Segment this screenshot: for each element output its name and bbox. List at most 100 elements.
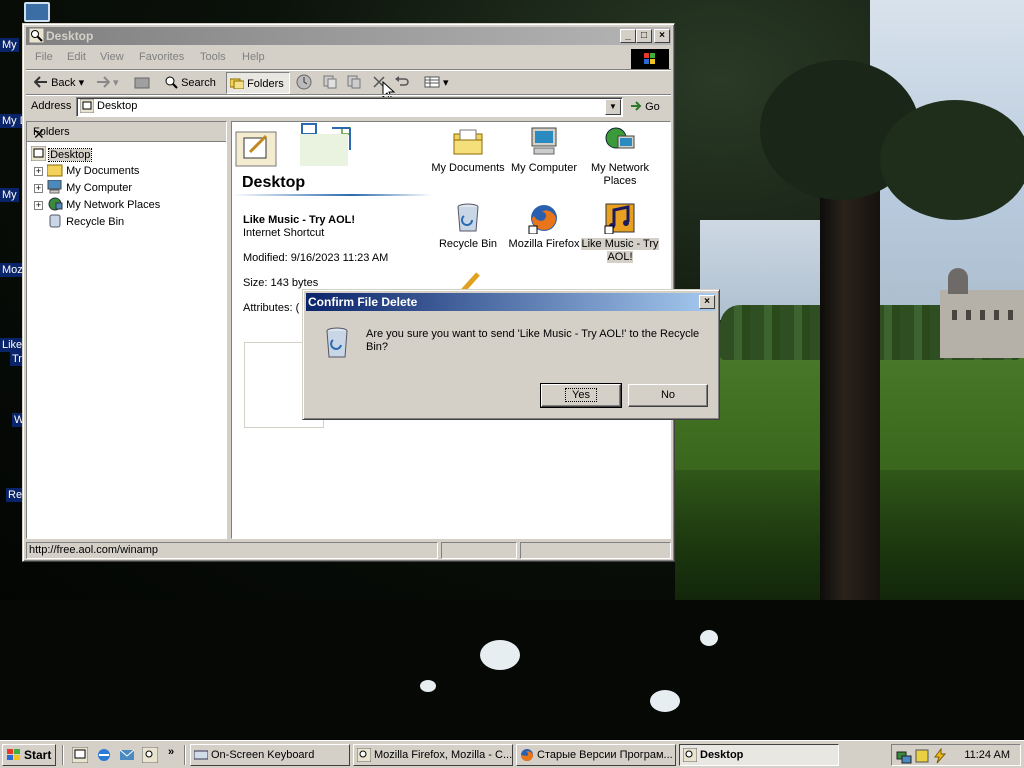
menu-help[interactable]: Help bbox=[242, 51, 265, 63]
search-button[interactable]: Search bbox=[164, 72, 216, 94]
tray-app-icon[interactable] bbox=[914, 748, 930, 764]
folders-icon bbox=[229, 78, 245, 90]
icon-like-music-aol[interactable]: Like Music - Try AOL! bbox=[580, 202, 660, 264]
desktop-small-icon bbox=[30, 145, 47, 162]
address-input[interactable]: Desktop ▼ bbox=[76, 97, 623, 117]
tree-item-desktop[interactable]: Desktop bbox=[30, 145, 93, 162]
back-label: Back bbox=[51, 77, 76, 89]
my-documents-icon bbox=[453, 129, 483, 155]
undo-button[interactable] bbox=[394, 72, 410, 94]
copy-to-icon bbox=[347, 75, 361, 89]
dialog-title: Confirm File Delete bbox=[308, 295, 418, 309]
search-icon bbox=[165, 76, 178, 89]
copy-to-button[interactable] bbox=[346, 72, 362, 94]
menu-file[interactable]: File bbox=[35, 51, 53, 63]
maximize-button[interactable]: □ bbox=[636, 29, 652, 43]
icon-my-documents[interactable]: My Documents bbox=[428, 126, 508, 175]
search-label: Search bbox=[181, 77, 216, 89]
task-on-screen-keyboard[interactable]: On-Screen Keyboard bbox=[190, 744, 350, 766]
status-text: http://free.aol.com/winamp bbox=[26, 542, 438, 559]
views-button[interactable]: ▾ bbox=[424, 72, 449, 94]
tree-item-recycle-bin[interactable]: Recycle Bin bbox=[47, 214, 124, 230]
go-button[interactable]: Go bbox=[630, 96, 660, 118]
network-places-icon bbox=[605, 127, 635, 149]
desktop-icon-label[interactable]: My bbox=[0, 38, 19, 52]
system-tray: 11:24 AM bbox=[891, 744, 1021, 766]
back-arrow-icon bbox=[33, 76, 47, 88]
dialog-close-button[interactable]: × bbox=[699, 295, 715, 309]
views-icon bbox=[424, 76, 440, 88]
menu-view[interactable]: View bbox=[100, 51, 124, 63]
dialog-message: Are you sure you want to send 'Like Musi… bbox=[366, 328, 700, 353]
folders-button[interactable]: Folders bbox=[226, 72, 290, 94]
explorer-search-icon bbox=[29, 28, 44, 43]
back-button[interactable]: Back ▾ bbox=[33, 72, 84, 94]
history-icon bbox=[296, 74, 312, 90]
explorer-quicklaunch-icon[interactable] bbox=[142, 747, 158, 763]
forward-arrow-icon bbox=[97, 76, 111, 88]
taskbar: Start » On-Screen Keyboard Mozilla Firef… bbox=[0, 740, 1024, 768]
network-connection-icon[interactable] bbox=[896, 748, 912, 764]
selected-item-size: Size: 143 bytes bbox=[243, 277, 319, 289]
windows-logo-icon bbox=[631, 49, 669, 69]
close-button[interactable]: × bbox=[654, 29, 670, 43]
folders-pane-header: Folders ✕ bbox=[27, 122, 226, 142]
firefox-icon bbox=[521, 749, 533, 761]
computer-icon bbox=[47, 179, 62, 194]
expand-network-places-button[interactable]: + bbox=[34, 201, 43, 210]
task-old-versions[interactable]: Старые Версии Програм... bbox=[516, 744, 676, 766]
lightning-tray-icon[interactable] bbox=[932, 748, 948, 764]
keyboard-icon bbox=[194, 750, 208, 760]
desktop-icon-label[interactable]: My bbox=[0, 188, 19, 202]
start-button[interactable]: Start bbox=[2, 744, 56, 766]
tree-item-my-documents[interactable]: My Documents bbox=[46, 163, 139, 179]
network-icon bbox=[48, 197, 63, 211]
selected-item-modified: Modified: 9/16/2023 11:23 AM bbox=[243, 252, 389, 264]
icon-my-network-places[interactable]: My Network Places bbox=[580, 126, 660, 188]
quicklaunch-more-chevron-icon[interactable]: » bbox=[168, 746, 174, 758]
folder-icon bbox=[46, 164, 63, 177]
address-label: Address bbox=[31, 100, 72, 112]
up-folder-icon bbox=[134, 77, 150, 89]
task-mozilla-firefox[interactable]: Mozilla Firefox, Mozilla - C... bbox=[353, 744, 513, 766]
desktop-icon-label[interactable]: Like bbox=[0, 338, 25, 352]
task-desktop[interactable]: Desktop bbox=[679, 744, 839, 766]
internet-explorer-icon[interactable] bbox=[96, 747, 112, 763]
windows-flag-icon bbox=[7, 749, 20, 760]
address-bar: Address Desktop ▼ Go bbox=[26, 96, 671, 118]
menu-tools[interactable]: Tools bbox=[200, 51, 226, 63]
outlook-express-icon[interactable] bbox=[119, 747, 135, 763]
no-button[interactable]: No bbox=[628, 384, 708, 407]
expand-my-documents-button[interactable]: + bbox=[34, 167, 43, 176]
minimize-button[interactable]: _ bbox=[620, 29, 636, 43]
menu-edit[interactable]: Edit bbox=[67, 51, 86, 63]
winamp-icon bbox=[604, 203, 635, 234]
folders-pane: Folders ✕ Desktop + My Documents + My Co… bbox=[26, 121, 227, 539]
tree-item-my-computer[interactable]: My Computer bbox=[47, 179, 132, 196]
icon-my-computer[interactable]: My Computer bbox=[504, 126, 584, 175]
dialog-titlebar[interactable]: Confirm File Delete × bbox=[306, 293, 716, 311]
desktop-computer-icon[interactable] bbox=[24, 2, 50, 22]
selected-item-type: Internet Shortcut bbox=[243, 227, 325, 239]
icon-mozilla-firefox[interactable]: Mozilla Firefox bbox=[504, 202, 584, 251]
my-computer-icon bbox=[531, 127, 557, 155]
icon-recycle-bin[interactable]: Recycle Bin bbox=[428, 202, 508, 251]
standard-toolbar: Back ▾ ▾ Search Folders ▾ bbox=[26, 71, 671, 101]
show-desktop-icon[interactable] bbox=[72, 747, 88, 763]
up-folder-button[interactable] bbox=[134, 72, 150, 94]
expand-my-computer-button[interactable]: + bbox=[34, 184, 43, 193]
window-titlebar[interactable]: Desktop _ □ × bbox=[26, 27, 671, 45]
web-view-banner bbox=[235, 123, 351, 167]
menu-favorites[interactable]: Favorites bbox=[139, 51, 184, 63]
yes-button[interactable]: Yes bbox=[540, 383, 622, 408]
selected-item-attributes: Attributes: ( bbox=[243, 302, 300, 314]
folders-pane-close-button[interactable]: ✕ bbox=[33, 126, 220, 143]
forward-button[interactable]: ▾ bbox=[96, 72, 119, 94]
address-value: Desktop bbox=[97, 100, 138, 112]
undo-icon bbox=[395, 76, 409, 86]
tree-item-my-network-places[interactable]: My Network Places bbox=[47, 197, 160, 213]
clock[interactable]: 11:24 AM bbox=[964, 749, 1010, 761]
move-to-button[interactable] bbox=[322, 72, 338, 94]
address-dropdown-button[interactable]: ▼ bbox=[605, 99, 621, 115]
history-button[interactable] bbox=[296, 72, 312, 94]
